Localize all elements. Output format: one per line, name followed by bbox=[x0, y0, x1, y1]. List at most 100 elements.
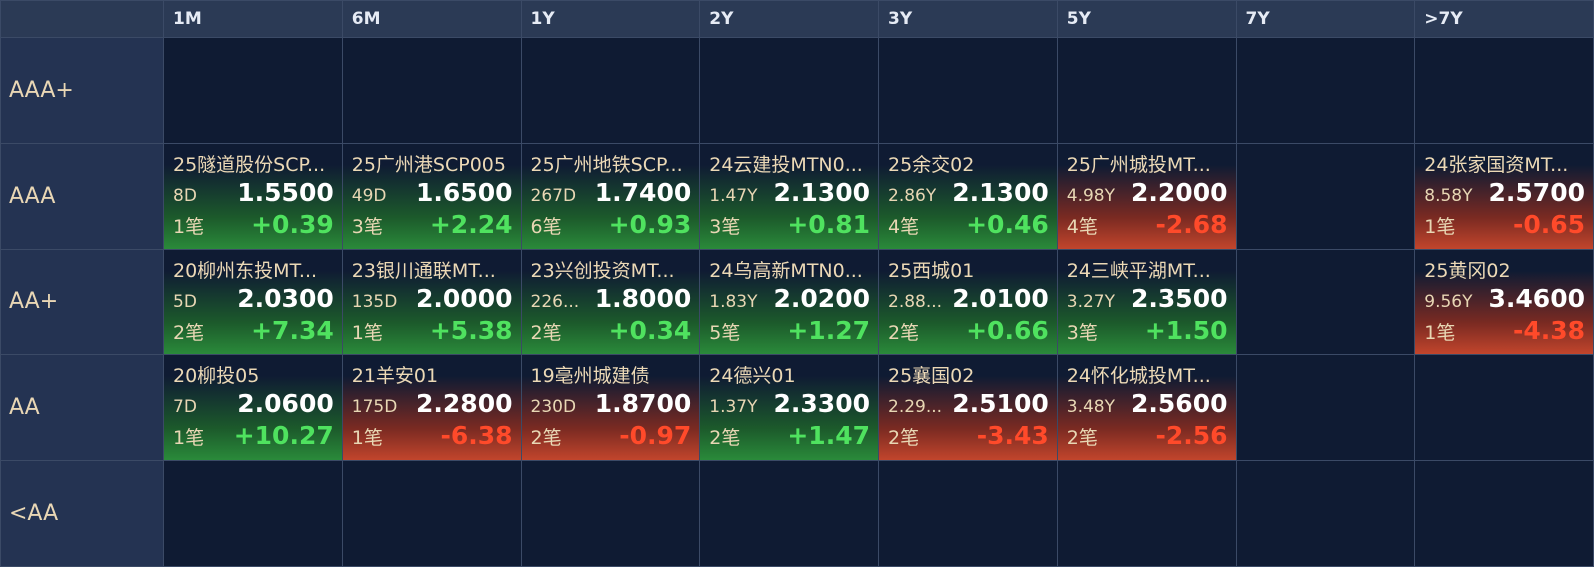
bond-tenor: 2.29... bbox=[888, 397, 943, 418]
column-header-3[interactable]: 2Y bbox=[700, 1, 878, 37]
bond-tenor-price-row: 3.48Y 2.5600 bbox=[1067, 389, 1228, 421]
bond-name[interactable]: 24乌高新MTN0... bbox=[709, 258, 870, 284]
bond-price: 2.0200 bbox=[773, 283, 870, 313]
bond-price: 1.6500 bbox=[416, 177, 513, 207]
bond-card: 25隧道股份SCP... 8D 1.5500 1笔 +0.39 bbox=[173, 152, 334, 245]
bond-tenor-price-row: 1.37Y 2.3300 bbox=[709, 389, 870, 421]
price-change: +0.39 bbox=[251, 209, 334, 239]
bond-price: 2.0600 bbox=[237, 389, 334, 419]
price-change: +5.38 bbox=[429, 315, 513, 345]
empty-cell bbox=[700, 461, 878, 566]
bond-name[interactable]: 24张家国资MT... bbox=[1424, 152, 1585, 178]
bond-count-change-row: 2笔 +7.34 bbox=[173, 316, 334, 348]
bond-tenor-price-row: 230D 1.8700 bbox=[531, 389, 692, 421]
column-header-2[interactable]: 1Y bbox=[521, 1, 700, 37]
bond-cell[interactable]: 24张家国资MT... 8.58Y 2.5700 1笔 -0.65 bbox=[1415, 143, 1593, 249]
bond-tenor-price-row: 9.56Y 3.4600 bbox=[1424, 284, 1585, 316]
empty-cell bbox=[521, 461, 700, 566]
empty-cell bbox=[879, 461, 1057, 566]
bond-cell[interactable]: 24乌高新MTN0... 1.83Y 2.0200 5笔 +1.27 bbox=[700, 249, 878, 355]
bond-tenor-price-row: 226... 1.8000 bbox=[531, 284, 692, 316]
column-header-7[interactable]: >7Y bbox=[1415, 1, 1593, 37]
bond-tenor: 175D bbox=[351, 397, 398, 418]
bond-cell[interactable]: 25广州城投MT... 4.98Y 2.2000 4笔 -2.68 bbox=[1057, 143, 1236, 249]
bond-name[interactable]: 24怀化城投MT... bbox=[1067, 363, 1228, 389]
bond-name[interactable]: 24三峡平湖MT... bbox=[1067, 258, 1228, 284]
bond-tenor: 8D bbox=[173, 185, 197, 206]
bond-name[interactable]: 25余交02 bbox=[888, 152, 1049, 178]
bond-tenor: 7D bbox=[173, 397, 197, 418]
bond-name[interactable]: 25西城01 bbox=[888, 258, 1049, 284]
bond-cell[interactable]: 24德兴01 1.37Y 2.3300 2笔 +1.47 bbox=[700, 355, 878, 461]
empty-cell bbox=[1236, 143, 1415, 249]
bond-tenor-price-row: 267D 1.7400 bbox=[531, 178, 692, 210]
trade-count: 4笔 bbox=[888, 215, 920, 238]
bond-cell[interactable]: 25襄国02 2.29... 2.5100 2笔 -3.43 bbox=[879, 355, 1057, 461]
bond-count-change-row: 4笔 +0.46 bbox=[888, 210, 1049, 242]
bond-cell[interactable]: 24怀化城投MT... 3.48Y 2.5600 2笔 -2.56 bbox=[1057, 355, 1236, 461]
bond-name[interactable]: 19亳州城建债 bbox=[531, 363, 692, 389]
bond-count-change-row: 2笔 +0.34 bbox=[531, 316, 692, 348]
bond-name[interactable]: 25广州港SCP005 bbox=[352, 152, 513, 178]
empty-cell bbox=[1236, 355, 1415, 461]
bond-card: 19亳州城建债 230D 1.8700 2笔 -0.97 bbox=[531, 363, 692, 456]
trade-count: 2笔 bbox=[888, 321, 920, 344]
bond-card: 20柳州东投MT... 5D 2.0300 2笔 +7.34 bbox=[173, 258, 334, 351]
price-change: +7.34 bbox=[251, 315, 334, 345]
bond-cell[interactable]: 20柳州东投MT... 5D 2.0300 2笔 +7.34 bbox=[164, 249, 342, 355]
empty-cell bbox=[164, 38, 342, 143]
trade-count: 2笔 bbox=[530, 321, 562, 344]
row-header-rating: AA+ bbox=[1, 249, 163, 355]
bond-cell[interactable]: 23兴创投资MT... 226... 1.8000 2笔 +0.34 bbox=[521, 249, 700, 355]
bond-name[interactable]: 23兴创投资MT... bbox=[531, 258, 692, 284]
bond-name[interactable]: 25广州地铁SCP... bbox=[531, 152, 692, 178]
bond-count-change-row: 2笔 -2.56 bbox=[1067, 421, 1228, 453]
bond-cell[interactable]: 25广州港SCP005 49D 1.6500 3笔 +2.24 bbox=[342, 143, 521, 249]
bond-cell[interactable]: 24云建投MTN0... 1.47Y 2.1300 3笔 +0.81 bbox=[700, 143, 878, 249]
bond-tenor: 49D bbox=[351, 185, 387, 206]
bond-card: 25广州港SCP005 49D 1.6500 3笔 +2.24 bbox=[352, 152, 513, 245]
trade-count: 3笔 bbox=[351, 215, 383, 238]
bond-tenor: 230D bbox=[530, 397, 577, 418]
empty-cell bbox=[1057, 461, 1236, 566]
trade-count: 1笔 bbox=[173, 427, 205, 450]
bond-name[interactable]: 24德兴01 bbox=[709, 363, 870, 389]
bond-name[interactable]: 20柳州东投MT... bbox=[173, 258, 334, 284]
column-header-6[interactable]: 7Y bbox=[1236, 1, 1415, 37]
bond-cell[interactable]: 25西城01 2.88... 2.0100 2笔 +0.66 bbox=[879, 249, 1057, 355]
bond-price: 2.0300 bbox=[237, 283, 334, 313]
bond-count-change-row: 3笔 +1.50 bbox=[1067, 316, 1228, 348]
bond-name[interactable]: 25隧道股份SCP... bbox=[173, 152, 334, 178]
column-header-4[interactable]: 3Y bbox=[879, 1, 1057, 37]
bond-cell[interactable]: 21羊安01 175D 2.2800 1笔 -6.38 bbox=[342, 355, 521, 461]
bond-cell[interactable]: 25隧道股份SCP... 8D 1.5500 1笔 +0.39 bbox=[164, 143, 342, 249]
price-change: -2.68 bbox=[1155, 209, 1228, 239]
bond-cell[interactable]: 24三峡平湖MT... 3.27Y 2.3500 3笔 +1.50 bbox=[1057, 249, 1236, 355]
bond-name[interactable]: 24云建投MTN0... bbox=[709, 152, 870, 178]
bond-name[interactable]: 21羊安01 bbox=[352, 363, 513, 389]
bond-name[interactable]: 25黄冈02 bbox=[1424, 258, 1585, 284]
bond-name[interactable]: 20柳投05 bbox=[173, 363, 334, 389]
bond-tenor: 9.56Y bbox=[1424, 291, 1473, 312]
bond-name[interactable]: 25襄国02 bbox=[888, 363, 1049, 389]
bond-tenor-price-row: 3.27Y 2.3500 bbox=[1067, 284, 1228, 316]
bond-tenor-price-row: 8.58Y 2.5700 bbox=[1424, 178, 1585, 210]
bond-tenor-price-row: 2.86Y 2.1300 bbox=[888, 178, 1049, 210]
trade-count: 2笔 bbox=[530, 427, 562, 450]
bond-tenor-price-row: 2.29... 2.5100 bbox=[888, 389, 1049, 421]
bond-name[interactable]: 23银川通联MT... bbox=[352, 258, 513, 284]
bond-cell[interactable]: 20柳投05 7D 2.0600 1笔 +10.27 bbox=[164, 355, 342, 461]
price-change: +0.93 bbox=[608, 209, 692, 239]
bond-cell[interactable]: 19亳州城建债 230D 1.8700 2笔 -0.97 bbox=[521, 355, 700, 461]
column-header-0[interactable]: 1M bbox=[164, 1, 342, 37]
bond-cell[interactable]: 25黄冈02 9.56Y 3.4600 1笔 -4.38 bbox=[1415, 249, 1593, 355]
trade-count: 4笔 bbox=[1066, 215, 1098, 238]
bond-cell[interactable]: 25余交02 2.86Y 2.1300 4笔 +0.46 bbox=[879, 143, 1057, 249]
trade-count: 3笔 bbox=[1066, 321, 1098, 344]
bond-cell[interactable]: 25广州地铁SCP... 267D 1.7400 6笔 +0.93 bbox=[521, 143, 700, 249]
empty-cell bbox=[1236, 461, 1415, 566]
bond-name[interactable]: 25广州城投MT... bbox=[1067, 152, 1228, 178]
column-header-1[interactable]: 6M bbox=[342, 1, 521, 37]
column-header-5[interactable]: 5Y bbox=[1057, 1, 1236, 37]
bond-cell[interactable]: 23银川通联MT... 135D 2.0000 1笔 +5.38 bbox=[342, 249, 521, 355]
